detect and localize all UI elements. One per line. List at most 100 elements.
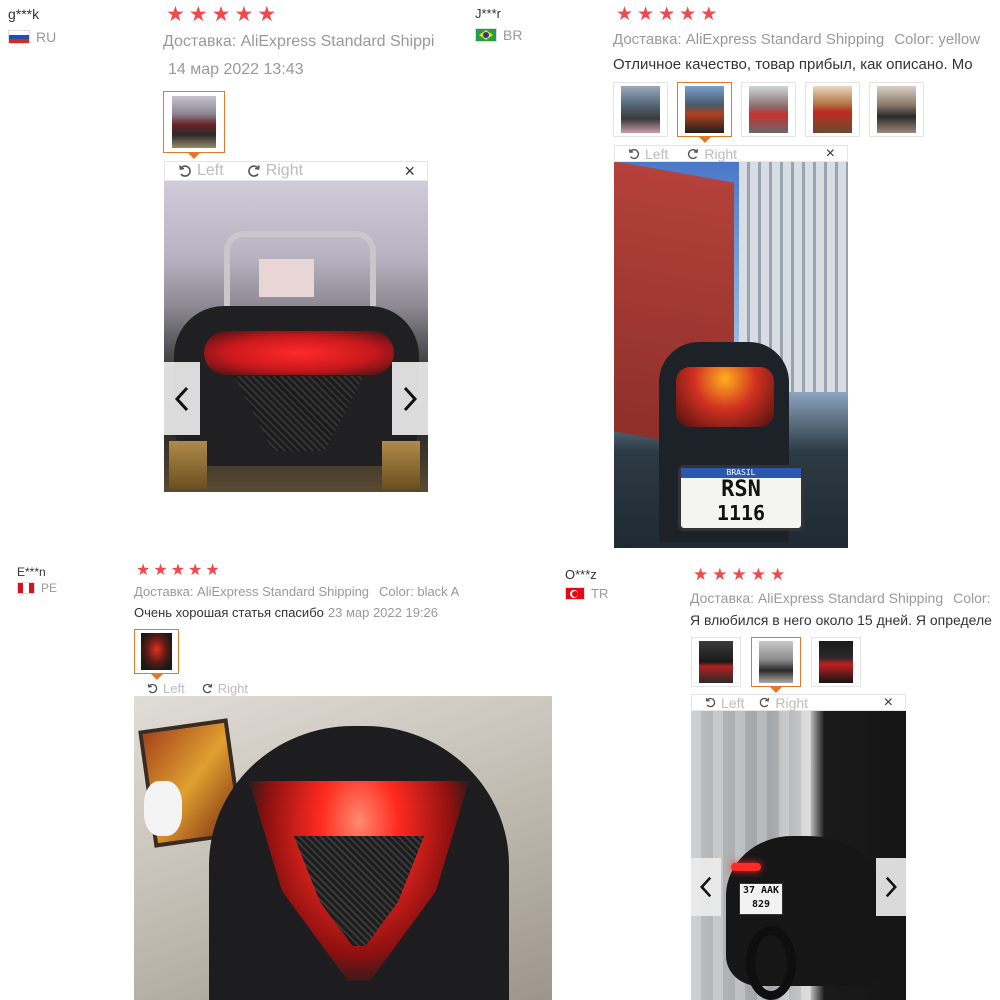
chevron-left-icon (174, 386, 189, 411)
plate-holder-shape (259, 259, 314, 297)
rotate-left-button[interactable]: Left (177, 162, 224, 180)
star-icon: ★ (153, 562, 168, 579)
reviewer-country: PE (17, 581, 57, 595)
photo-thumbnail[interactable] (134, 629, 179, 680)
rotate-right-button[interactable]: Right (758, 695, 808, 711)
review-photo: 37 AAK 829 (691, 711, 906, 1000)
tail-light-glow (676, 367, 774, 427)
star-icon: ★ (136, 562, 151, 579)
product-color: Color: yellow (894, 31, 981, 48)
star-icon: ★ (700, 4, 718, 25)
thumbnail-image (141, 632, 172, 671)
next-photo-button[interactable] (876, 858, 906, 916)
close-viewer-button[interactable]: × (884, 694, 893, 712)
rotate-left-icon (179, 165, 191, 177)
plate-line-2: 829 (751, 899, 771, 910)
photo-viewer-toolbar: Left Right × (691, 694, 906, 711)
license-plate: BRASIL RSN 1116 (678, 465, 804, 531)
star-icon: ★ (679, 4, 697, 25)
review-text: Отличное качество, товар прибыл, как опи… (613, 56, 973, 73)
close-viewer-button[interactable]: × (826, 145, 835, 163)
tail-light-glow (204, 331, 394, 375)
reviewer-country: TR (565, 586, 608, 601)
photo-thumbnail[interactable] (805, 82, 860, 137)
photo-thumbnails (691, 637, 861, 693)
review-date: 14 мар 2022 13:43 (168, 61, 304, 78)
shipping-info: Доставка: AliExpress Standard Shipping Co… (613, 31, 1000, 48)
review-date: 23 мар 2022 19:26 (327, 605, 439, 620)
shipping-method: Доставка: AliExpress Standard Shipping (613, 31, 885, 48)
rotate-left-button[interactable]: Left (627, 146, 668, 162)
rotate-right-icon (688, 148, 699, 159)
shipping-info: Доставка: AliExpress Standard Shipping Co… (134, 584, 554, 599)
thumbnail-image (758, 640, 794, 684)
chevron-right-icon (403, 386, 418, 411)
star-icon: ★ (170, 562, 186, 579)
rating-stars: ★ ★ ★ ★ ★ (136, 563, 220, 579)
photo-viewer-toolbar: Left Right (134, 680, 552, 696)
photo-thumbnail[interactable] (691, 637, 741, 687)
star-icon: ★ (188, 562, 203, 579)
review-photo (134, 696, 552, 1000)
next-photo-button[interactable] (392, 362, 428, 435)
star-icon: ★ (712, 565, 728, 584)
rotate-left-label: Left (163, 680, 185, 696)
shipping-info: Доставка: AliExpress Standard Shipping Co… (690, 590, 1000, 606)
photo-thumbnail[interactable] (811, 637, 861, 687)
plate-line-2: 1116 (716, 501, 766, 525)
rotate-left-icon (147, 683, 158, 693)
rear-wheel-shape (746, 926, 796, 1000)
rotate-right-button[interactable]: Right (246, 162, 303, 180)
review-body: Очень хорошая статья спасибо (134, 605, 324, 620)
reviewer-name: O***z (565, 567, 597, 582)
peru-flag-icon (17, 582, 35, 594)
thumbnail-image (877, 86, 916, 133)
star-icon: ★ (205, 562, 220, 579)
tail-light-glow (731, 863, 761, 871)
review-text: Я влюбился в него около 15 дней. Я опред… (690, 612, 992, 628)
country-code: BR (503, 27, 523, 43)
review-photo (164, 181, 428, 492)
rotate-right-button[interactable]: Right (686, 146, 737, 162)
photo-thumbnail[interactable] (741, 82, 796, 137)
plate-line-1: RSN (721, 477, 761, 502)
license-plate: 37 AAK 829 (739, 883, 783, 915)
photo-viewer-toolbar: Left Right × (164, 161, 428, 181)
chevron-right-icon (885, 876, 897, 898)
photo-thumbnail[interactable] (613, 82, 668, 137)
reviewer-country: RU (8, 29, 56, 45)
rotate-left-label: Left (721, 694, 745, 711)
rotate-left-button[interactable]: Left (704, 695, 744, 711)
brazil-flag-icon (475, 28, 497, 42)
previous-photo-button[interactable] (164, 362, 200, 435)
star-icon: ★ (616, 4, 634, 25)
photo-thumbnail[interactable] (751, 637, 801, 693)
star-icon: ★ (731, 565, 747, 584)
photo-thumbnail[interactable] (163, 91, 225, 159)
white-glove-shape (144, 781, 182, 836)
photo-thumbnail[interactable] (869, 82, 924, 137)
review-text: Очень хорошая статья спасибо 23 мар 2022 … (134, 605, 554, 620)
rotate-right-button[interactable]: Right (201, 681, 248, 696)
rotate-left-button[interactable]: Left (146, 681, 185, 696)
reviewer-country: BR (475, 27, 522, 43)
close-viewer-button[interactable]: × (404, 161, 415, 182)
reviewer-name: J***r (475, 6, 502, 21)
shipping-method: Доставка: AliExpress Standard Shipping (134, 584, 370, 599)
country-code: RU (36, 29, 57, 45)
previous-photo-button[interactable] (691, 858, 721, 916)
rating-stars: ★ ★ ★ ★ ★ (166, 4, 276, 25)
photo-thumbnails (163, 91, 225, 159)
star-icon: ★ (188, 3, 208, 26)
country-code: TR (591, 586, 609, 601)
thumbnail-image (749, 86, 788, 133)
rotate-left-label: Left (197, 162, 224, 179)
shipping-info: Доставка: AliExpress Standard Shippi (163, 33, 435, 50)
shipping-method: Доставка: AliExpress Standard Shipping (690, 590, 944, 606)
photo-thumbnail[interactable] (677, 82, 732, 143)
country-code: PE (41, 581, 58, 595)
star-icon: ★ (770, 565, 786, 584)
chevron-left-icon (700, 876, 712, 898)
rotate-left-icon (705, 697, 716, 708)
thumbnail-image (813, 86, 852, 133)
